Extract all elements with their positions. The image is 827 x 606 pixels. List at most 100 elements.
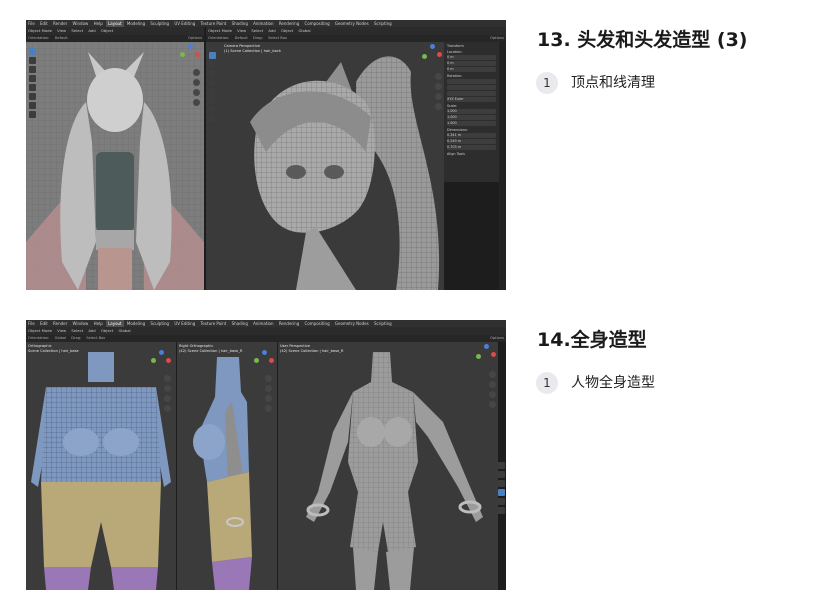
perspective-grid-icon[interactable] bbox=[265, 405, 272, 412]
left-select-menu[interactable]: Select bbox=[69, 28, 85, 33]
workspace-tab-animation[interactable]: Animation bbox=[251, 20, 275, 27]
zoom-icon[interactable] bbox=[193, 69, 200, 76]
transform-tool-icon[interactable] bbox=[209, 97, 216, 104]
view-menu[interactable]: View bbox=[55, 328, 68, 333]
right-drag-select[interactable]: Select Box bbox=[266, 36, 289, 40]
left-mode-select[interactable]: Object Mode bbox=[26, 28, 54, 33]
workspace-tab-animation[interactable]: Animation bbox=[251, 320, 275, 327]
location-y-field[interactable]: 0 m bbox=[447, 61, 496, 66]
workspace-tab-sculpting[interactable]: Sculpting bbox=[148, 20, 171, 27]
zoom-icon[interactable] bbox=[435, 73, 442, 80]
add-menu[interactable]: Add bbox=[86, 328, 97, 333]
annotate-tool-icon[interactable] bbox=[209, 106, 216, 113]
workspace-tab-modeling[interactable]: Modeling bbox=[125, 20, 147, 27]
right-view-menu[interactable]: View bbox=[235, 28, 248, 33]
zoom-icon[interactable] bbox=[164, 375, 171, 382]
scale-x-field[interactable]: 1.000 bbox=[447, 109, 496, 114]
object-properties-icon[interactable] bbox=[498, 489, 505, 496]
select-box-tool-icon[interactable] bbox=[209, 52, 216, 59]
camera-icon[interactable] bbox=[489, 391, 496, 398]
cursor-tool-icon[interactable] bbox=[209, 61, 216, 68]
right-axis-gizmo[interactable] bbox=[422, 44, 442, 64]
perspective-grid-icon[interactable] bbox=[435, 103, 442, 110]
left-axis-gizmo[interactable] bbox=[180, 44, 200, 64]
side-axis-gizmo[interactable] bbox=[254, 350, 274, 370]
menu-file[interactable]: File bbox=[26, 20, 37, 27]
pan-hand-icon[interactable] bbox=[265, 385, 272, 392]
rotate-tool-icon[interactable] bbox=[29, 75, 36, 82]
menu-window[interactable]: Window bbox=[71, 320, 91, 327]
measure-tool-icon[interactable] bbox=[29, 111, 36, 118]
left-object-menu[interactable]: Object bbox=[99, 28, 115, 33]
right-select-menu[interactable]: Select bbox=[249, 28, 265, 33]
menu-edit[interactable]: Edit bbox=[38, 320, 50, 327]
workspace-tab-geometry-nodes[interactable]: Geometry Nodes bbox=[333, 20, 371, 27]
measure-tool-icon[interactable] bbox=[209, 115, 216, 122]
scale-tool-icon[interactable] bbox=[209, 88, 216, 95]
pan-hand-icon[interactable] bbox=[435, 83, 442, 90]
rotation-y-field[interactable] bbox=[447, 85, 496, 90]
left-orientation-select[interactable]: Default bbox=[53, 36, 70, 40]
workspace-tab-rendering[interactable]: Rendering bbox=[277, 320, 301, 327]
menu-window[interactable]: Window bbox=[71, 20, 91, 27]
workspace-tab-shading[interactable]: Shading bbox=[230, 20, 250, 27]
right-mode-select[interactable]: Object Mode bbox=[206, 28, 234, 33]
perspective-grid-icon[interactable] bbox=[489, 401, 496, 408]
pan-hand-icon[interactable] bbox=[164, 385, 171, 392]
mode-select[interactable]: Object Mode bbox=[26, 328, 54, 333]
workspace-tab-layout[interactable]: Layout bbox=[106, 320, 124, 327]
move-tool-icon[interactable] bbox=[29, 66, 36, 73]
right-add-menu[interactable]: Add bbox=[266, 28, 277, 33]
left-options-button[interactable]: Options bbox=[186, 35, 204, 42]
workspace-tab-rendering[interactable]: Rendering bbox=[277, 20, 301, 27]
front-ortho-viewport[interactable] bbox=[26, 342, 176, 590]
menu-render[interactable]: Render bbox=[51, 320, 69, 327]
workspace-tab-compositing[interactable]: Compositing bbox=[303, 20, 332, 27]
perspective-viewport[interactable] bbox=[278, 342, 498, 590]
menu-help[interactable]: Help bbox=[92, 320, 105, 327]
right-viewport[interactable] bbox=[206, 42, 444, 290]
rotation-z-field[interactable] bbox=[447, 91, 496, 96]
rotation-x-field[interactable] bbox=[447, 79, 496, 84]
right-object-menu[interactable]: Object bbox=[279, 28, 295, 33]
scene-properties-icon[interactable] bbox=[498, 480, 505, 487]
menu-render[interactable]: Render bbox=[51, 20, 69, 27]
workspace-tab-sculpting[interactable]: Sculpting bbox=[148, 320, 171, 327]
workspace-tab-geometry-nodes[interactable]: Geometry Nodes bbox=[333, 320, 371, 327]
options-button[interactable]: Options bbox=[488, 335, 506, 342]
workspace-tab-uv-editing[interactable]: UV Editing bbox=[172, 320, 197, 327]
pan-hand-icon[interactable] bbox=[489, 381, 496, 388]
location-z-field[interactable]: 0 m bbox=[447, 67, 496, 72]
workspace-tab-compositing[interactable]: Compositing bbox=[303, 320, 332, 327]
transform-orientation-select[interactable]: Global bbox=[296, 28, 312, 33]
workspace-tab-shading[interactable]: Shading bbox=[230, 320, 250, 327]
workspace-tab-uv-editing[interactable]: UV Editing bbox=[172, 20, 197, 27]
workspace-tab-layout[interactable]: Layout bbox=[106, 20, 124, 27]
render-properties-icon[interactable] bbox=[498, 462, 505, 469]
camera-icon[interactable] bbox=[435, 93, 442, 100]
side-ortho-viewport[interactable] bbox=[177, 342, 277, 590]
select-menu[interactable]: Select bbox=[69, 328, 85, 333]
menu-file[interactable]: File bbox=[26, 320, 37, 327]
zoom-icon[interactable] bbox=[489, 371, 496, 378]
perspective-grid-icon[interactable] bbox=[164, 405, 171, 412]
drag-select[interactable]: Select Box bbox=[84, 336, 107, 340]
camera-icon[interactable] bbox=[164, 395, 171, 402]
dimension-z-field[interactable]: 0.703 m bbox=[447, 145, 496, 150]
menu-help[interactable]: Help bbox=[92, 20, 105, 27]
output-properties-icon[interactable] bbox=[498, 471, 505, 478]
camera-icon[interactable] bbox=[193, 89, 200, 96]
perspective-grid-icon[interactable] bbox=[193, 99, 200, 106]
left-add-menu[interactable]: Add bbox=[86, 28, 97, 33]
left-view-menu[interactable]: View bbox=[55, 28, 68, 33]
workspace-tab-scripting[interactable]: Scripting bbox=[372, 320, 394, 327]
workspace-tab-modeling[interactable]: Modeling bbox=[125, 320, 147, 327]
rotation-mode-select[interactable]: XYZ Euler bbox=[447, 97, 496, 102]
left-viewport[interactable] bbox=[26, 42, 204, 290]
workspace-tab-texture-paint[interactable]: Texture Paint bbox=[199, 320, 229, 327]
zoom-icon[interactable] bbox=[265, 375, 272, 382]
dimension-x-field[interactable]: 0.341 m bbox=[447, 133, 496, 138]
right-orientation-select[interactable]: Default bbox=[233, 36, 250, 40]
cursor-tool-icon[interactable] bbox=[29, 57, 36, 64]
pan-hand-icon[interactable] bbox=[193, 79, 200, 86]
